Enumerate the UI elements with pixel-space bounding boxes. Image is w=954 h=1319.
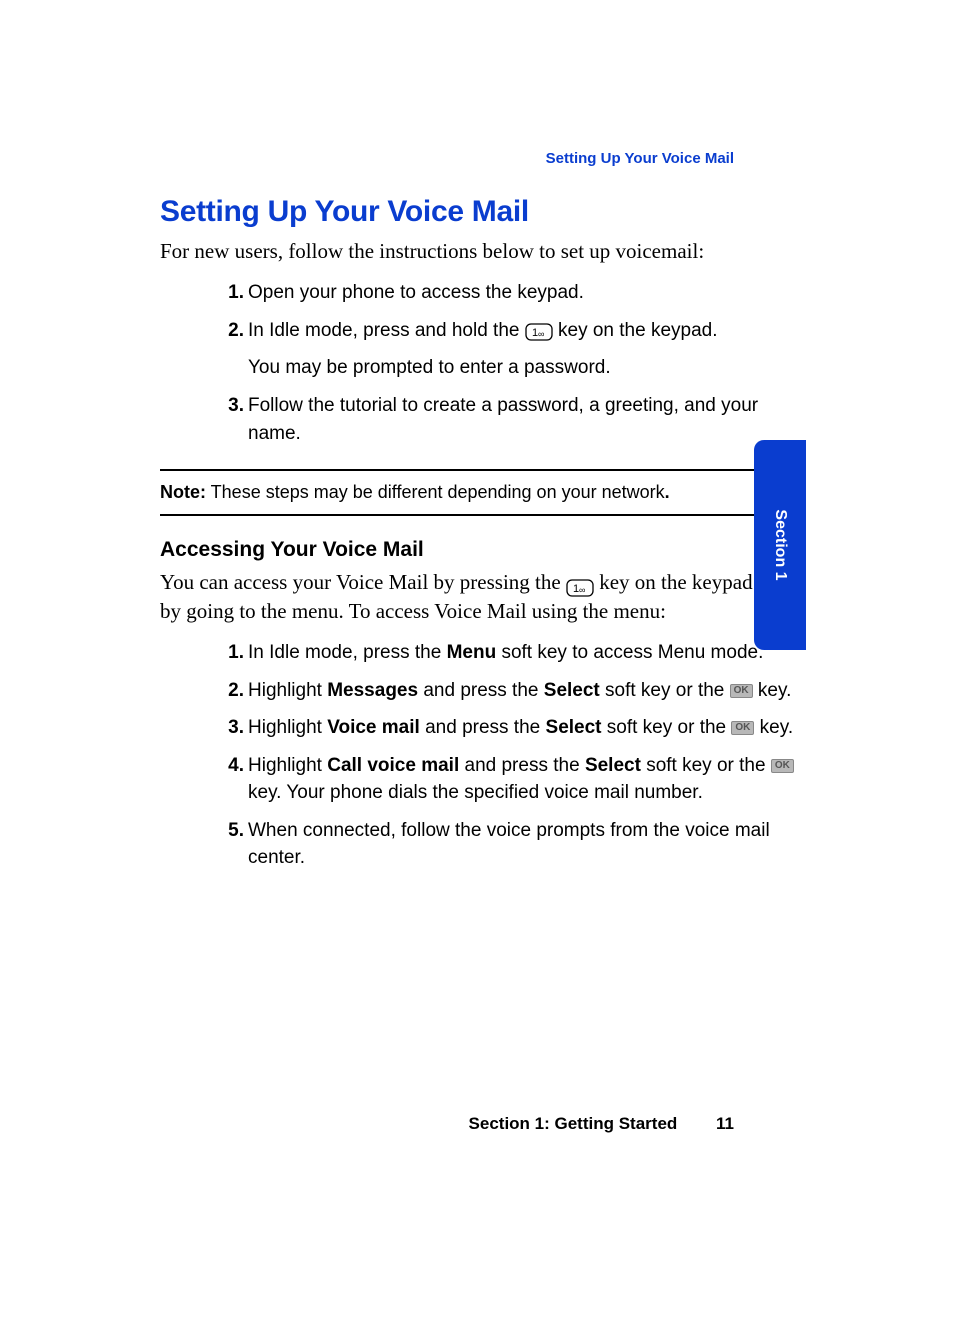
step-text: When connected, follow the voice prompts… <box>248 820 770 869</box>
ok-key-icon: OK <box>730 684 753 698</box>
heading-accessing-voice-mail: Accessing Your Voice Mail <box>160 538 794 562</box>
step-text: Highlight <box>248 717 327 738</box>
intro-paragraph-1: For new users, follow the instructions b… <box>160 237 794 265</box>
list-item: 2. In Idle mode, press and hold the 1∞ k… <box>218 317 794 382</box>
step-number: 5. <box>218 817 244 845</box>
step-text: key. <box>753 680 792 701</box>
step-text: Follow the tutorial to create a password… <box>248 395 758 444</box>
step-text: key. <box>754 717 793 738</box>
list-item: 3. Highlight Voice mail and press the Se… <box>218 714 794 742</box>
step-number: 4. <box>218 752 244 780</box>
page-footer: Section 1: Getting Started 11 <box>469 1114 734 1134</box>
page-number: 11 <box>716 1114 734 1134</box>
running-header: Setting Up Your Voice Mail <box>546 150 734 167</box>
step-text: and press the <box>459 755 585 776</box>
step-text: soft key or the <box>641 755 771 776</box>
note-block: Note: These steps may be different depen… <box>160 469 794 516</box>
step-text: key. Your phone dials the specified voic… <box>248 782 703 803</box>
step-number: 1. <box>218 279 244 307</box>
step-number: 2. <box>218 317 244 345</box>
heading-setting-up-voice-mail: Setting Up Your Voice Mail <box>160 195 794 229</box>
one-key-icon: 1∞ <box>566 576 594 594</box>
bold-select: Select <box>544 680 600 701</box>
steps-list-2: 1. In Idle mode, press the Menu soft key… <box>160 639 794 872</box>
list-item: 1. In Idle mode, press the Menu soft key… <box>218 639 794 667</box>
step-number: 3. <box>218 714 244 742</box>
section-side-tab: Section 1 <box>754 440 806 650</box>
ok-key-icon: OK <box>731 721 754 735</box>
step-text: In Idle mode, press the <box>248 642 447 663</box>
intro2-text-a: You can access your Voice Mail by pressi… <box>160 570 566 594</box>
list-item: 5. When connected, follow the voice prom… <box>218 817 794 872</box>
bold-call-voice-mail: Call voice mail <box>327 755 459 776</box>
step-number: 1. <box>218 639 244 667</box>
step-text: and press the <box>418 680 544 701</box>
step-text: key on the keypad. <box>558 320 718 341</box>
steps-list-1: 1. Open your phone to access the keypad.… <box>160 279 794 447</box>
bold-voice-mail: Voice mail <box>327 717 420 738</box>
step-text: Highlight <box>248 755 327 776</box>
step-text: soft key or the <box>600 680 730 701</box>
side-tab-label: Section 1 <box>771 509 789 580</box>
bold-messages: Messages <box>327 680 418 701</box>
step-number: 3. <box>218 392 244 420</box>
step-text: soft key or the <box>602 717 732 738</box>
ok-key-icon: OK <box>771 759 794 773</box>
step-text: and press the <box>420 717 546 738</box>
step-subtext: You may be prompted to enter a password. <box>248 354 794 382</box>
list-item: 3. Follow the tutorial to create a passw… <box>218 392 794 447</box>
svg-text:∞: ∞ <box>538 329 544 339</box>
step-text: In Idle mode, press and hold the <box>248 320 525 341</box>
svg-text:∞: ∞ <box>579 585 585 595</box>
list-item: 2. Highlight Messages and press the Sele… <box>218 677 794 705</box>
step-text: soft key to access Menu mode. <box>496 642 763 663</box>
manual-page: Setting Up Your Voice Mail Setting Up Yo… <box>0 0 954 1319</box>
step-number: 2. <box>218 677 244 705</box>
note-label: Note: <box>160 482 206 502</box>
note-period: . <box>665 482 670 502</box>
bold-select: Select <box>585 755 641 776</box>
list-item: 4. Highlight Call voice mail and press t… <box>218 752 794 807</box>
step-text: Open your phone to access the keypad. <box>248 282 584 303</box>
one-key-icon: 1∞ <box>525 322 553 340</box>
bold-select: Select <box>546 717 602 738</box>
bold-menu: Menu <box>447 642 497 663</box>
note-text: These steps may be different depending o… <box>206 482 665 502</box>
list-item: 1. Open your phone to access the keypad. <box>218 279 794 307</box>
step-text: Highlight <box>248 680 327 701</box>
footer-section-label: Section 1: Getting Started <box>469 1114 678 1133</box>
intro-paragraph-2: You can access your Voice Mail by pressi… <box>160 568 794 625</box>
